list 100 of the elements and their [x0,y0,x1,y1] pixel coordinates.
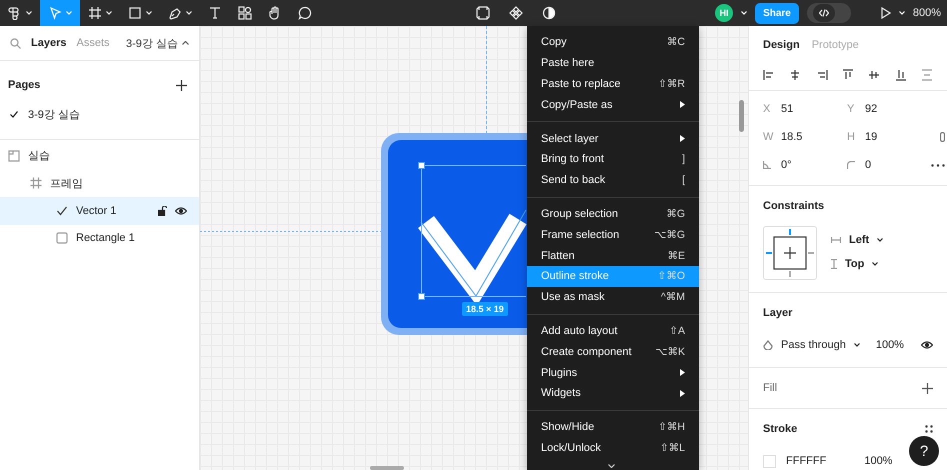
selection-box[interactable] [418,162,526,300]
color-hex[interactable]: FFFFFF [786,455,826,467]
help-button[interactable]: ? [909,436,939,466]
caret-icon [146,11,152,15]
shortcut-label: ^⌘M [660,291,685,304]
component-icon[interactable] [476,6,490,20]
layer-row[interactable]: Vector 1 [0,197,199,224]
blend-mode-dropdown[interactable]: Pass through [781,339,860,351]
dropdown-value: Pass through [781,339,846,351]
add-icon[interactable] [922,382,933,394]
chevron-up-icon[interactable] [182,41,189,45]
align-icon[interactable] [763,69,775,81]
menu-item[interactable]: Widgets [527,382,699,404]
height-icon [831,259,837,269]
corner-icon [847,161,855,169]
frame-icon [88,6,102,20]
shortcut-label: ⌥⌘K [655,346,685,358]
pen-icon [168,6,182,20]
menu-item[interactable]: Copy/Paste as [527,94,699,116]
menu-item-label: Show/Hide [541,421,596,434]
scrollbar[interactable] [739,100,744,132]
menu-item[interactable]: Flatten ⌘E [527,245,699,266]
menu-item-label: Outline stroke [541,270,610,282]
menu-item-label: Paste to replace [541,78,622,90]
search-icon[interactable] [10,38,21,48]
layer-row[interactable]: 프레임 [0,170,199,197]
add-icon[interactable] [176,80,187,90]
field-label: Y [847,103,855,115]
contrast-icon[interactable] [542,6,556,20]
menu-item[interactable]: Group selection ⌘G [527,204,699,224]
dimension-label: 18.5 × 19 [462,302,508,316]
page-item[interactable]: 3-9강 실습 [0,103,199,125]
section-title: Layer [763,306,794,321]
menu-item[interactable]: Create component ⌥⌘K [527,341,699,362]
shortcut-label: ⇧⌘R [658,78,685,90]
menu-item-label: Create component [541,346,632,358]
property-field[interactable]: 0 [847,151,931,179]
zoom-level[interactable]: 800% [912,7,941,19]
styles-icon[interactable] [925,425,933,433]
property-field[interactable]: 0° [763,151,847,179]
property-field[interactable]: W 18.5 [763,123,847,151]
opacity-value[interactable]: 100% [864,455,892,467]
menu-item[interactable]: Send to back [ [527,170,699,191]
menu-item[interactable]: Add auto layout ⇧A [527,320,699,342]
section-icon [8,150,20,162]
scroll-down-icon[interactable] [608,464,615,468]
layer-row[interactable]: Rectangle 1 [0,224,199,252]
link-icon[interactable] [940,132,945,142]
shortcut-label: ⌘E [667,250,685,262]
eye-icon[interactable] [921,341,933,349]
property-field[interactable]: X 51 [763,95,847,123]
menu-item[interactable]: Use as mask ^⌘M [527,286,699,308]
panel-tab[interactable]: Layers [31,37,66,49]
play-icon[interactable] [880,7,891,19]
property-field[interactable]: Y 92 [847,95,931,123]
more-icon[interactable] [931,164,945,166]
menu-item[interactable]: Lock/Unlock ⇧⌘L [527,438,699,458]
align-icon[interactable] [842,69,854,81]
vertical-constraint-dropdown[interactable]: Top [831,258,884,270]
color-swatch[interactable] [763,454,776,468]
caret-icon [872,262,878,266]
scrollbar[interactable] [370,466,404,470]
constraint-widget[interactable] [763,226,817,280]
menu-item[interactable]: Paste to replace ⇧⌘R [527,74,699,94]
page-name: 3-9강 실습 [28,108,80,122]
menu-item[interactable]: Paste here [527,52,699,74]
property-field[interactable]: H 19 [847,123,931,151]
frame-icon [30,177,42,190]
shortcut-label: ⇧⌘O [658,270,685,282]
align-icon[interactable] [868,69,880,81]
shapes-icon [238,6,252,20]
menu-item[interactable]: Show/Hide ⇧⌘H [527,416,699,438]
dropdown-value: Top [845,258,864,270]
caret-icon [741,11,748,15]
panel-tab[interactable]: Design [763,39,800,51]
distribute-icon[interactable] [920,69,933,81]
opacity-value[interactable]: 100% [876,339,904,351]
menu-item[interactable]: Select layer [527,128,699,149]
menu-item[interactable]: Copy ⌘C [527,32,699,53]
page-switcher[interactable]: 3-9강 실습 [126,36,178,50]
shortcut-label: ⌥⌘G [654,228,685,241]
plugin-icon[interactable] [509,6,523,20]
field-value: 0° [781,159,792,171]
menu-item-label: Plugins [541,366,578,379]
align-icon[interactable] [816,69,828,81]
menu-item-label: Frame selection [541,228,620,241]
align-icon[interactable] [894,69,907,81]
caret-icon [186,11,192,15]
layer-row[interactable]: 실습 [0,142,199,170]
menu-item-label: Select layer [541,132,600,145]
dev-mode-toggle[interactable] [806,3,851,23]
unlock-icon[interactable] [158,206,167,216]
menu-item[interactable]: Plugins [527,362,699,383]
menu-item[interactable]: Frame selection ⌥⌘G [527,224,699,246]
eye-icon[interactable] [175,206,187,215]
layer-name: 프레임 [50,176,84,191]
horizontal-constraint-dropdown[interactable]: Left [831,234,884,246]
dropdown-value: Left [849,234,870,246]
align-icon[interactable] [789,69,802,81]
menu-item[interactable]: Bring to front ] [527,148,699,170]
